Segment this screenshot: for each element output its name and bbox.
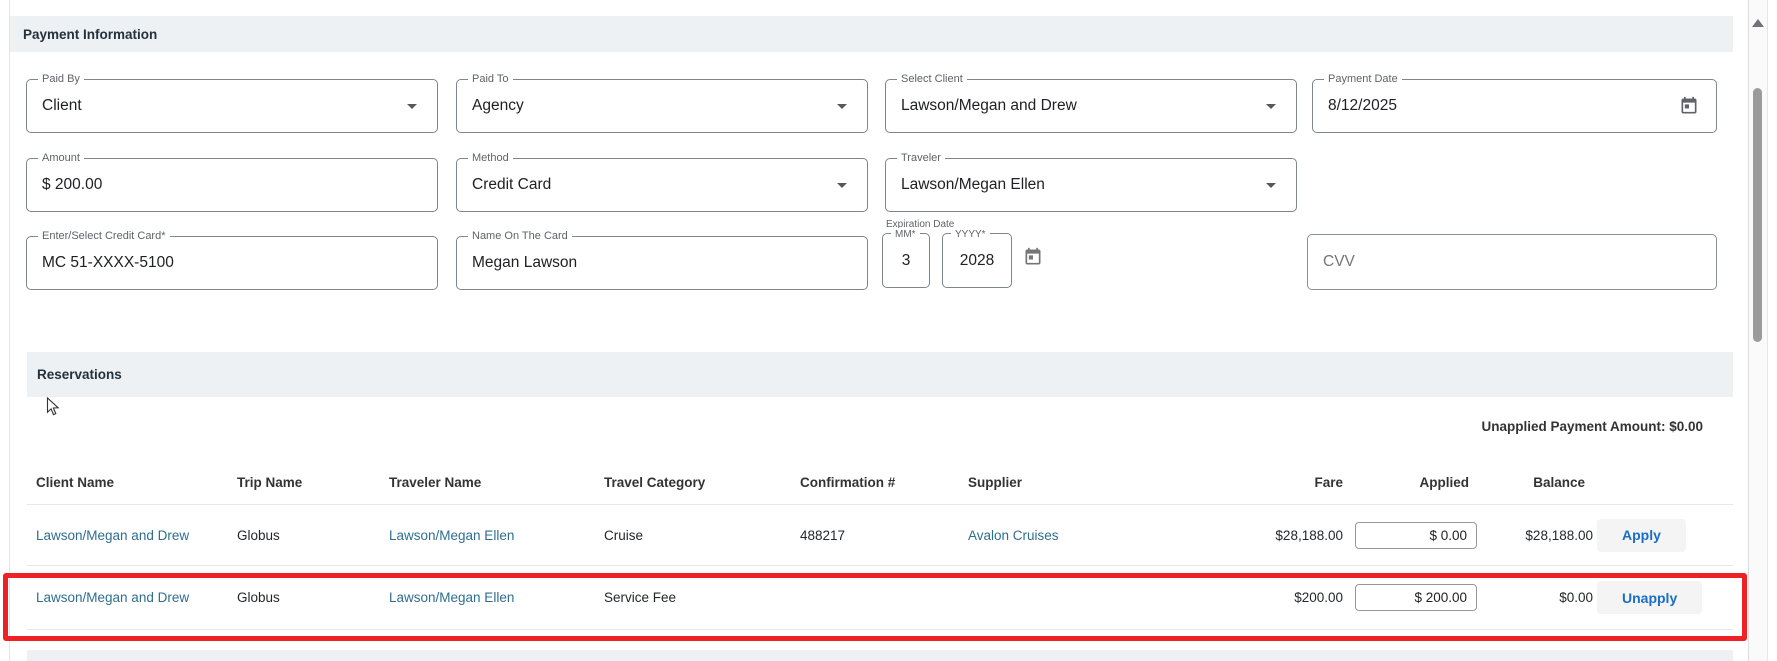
chevron-down-icon[interactable] [1266,104,1276,109]
applied-amount-input[interactable] [1355,584,1477,611]
table-row: Lawson/Megan and Drew Globus Lawson/Mega… [27,566,1733,630]
method-value: Credit Card [472,176,552,193]
col-header-applied: Applied [1419,474,1470,490]
payment-information-title: Payment Information [23,26,158,42]
credit-card-field[interactable]: Enter/Select Credit Card* MC 51-XXXX-510… [26,230,438,290]
col-header-travel-category: Travel Category [604,474,706,490]
travel-category-cell: Cruise [604,527,644,543]
applied-amount-input[interactable] [1355,521,1477,549]
calendar-icon[interactable] [1679,96,1699,116]
fare-cell: $200.00 [1294,590,1343,605]
trip-name-cell: Globus [237,590,280,605]
col-header-confirmation: Confirmation # [800,474,896,490]
chevron-down-icon[interactable] [837,104,847,109]
chevron-down-icon[interactable] [407,104,417,109]
supplier-cell [968,566,1198,629]
paid-to-select[interactable]: Paid To Agency [456,73,868,133]
trip-name-cell: Globus [237,527,280,543]
select-client-select[interactable]: Select Client Lawson/Megan and Drew [885,73,1297,133]
select-client-value: Lawson/Megan and Drew [901,97,1077,114]
client-name-link[interactable]: Lawson/Megan and Drew [36,528,189,543]
travel-category-cell: Service Fee [604,590,677,605]
confirmation-cell: 488217 [800,527,846,543]
method-select[interactable]: Method Credit Card [456,152,868,212]
col-header-supplier: Supplier [968,474,1023,490]
traveler-name-link[interactable]: Lawson/Megan Ellen [389,528,514,543]
scrollbar-border [1767,0,1768,661]
chevron-down-icon[interactable] [837,183,847,188]
next-section-header [27,650,1733,661]
amount-field[interactable]: Amount $ 200.00 [26,152,438,212]
col-header-trip-name: Trip Name [237,474,303,490]
traveler-select[interactable]: Traveler Lawson/Megan Ellen [885,152,1297,212]
expiration-month-field[interactable]: MM* 3 [882,228,930,288]
credit-card-value: MC 51-XXXX-5100 [42,254,174,271]
balance-cell: $28,188.00 [1525,527,1593,543]
paid-by-value: Client [42,97,82,114]
name-on-card-value: Megan Lawson [472,254,578,271]
reservations-header: Reservations [27,352,1733,397]
unapplied-payment-amount: Unapplied Payment Amount: $0.00 [1481,419,1703,434]
mouse-cursor [46,396,60,417]
chevron-down-icon[interactable] [1266,183,1276,188]
client-name-link[interactable]: Lawson/Megan and Drew [36,590,189,605]
fare-cell: $28,188.00 [1275,527,1343,543]
name-on-card-field[interactable]: Name On The Card Megan Lawson [456,230,868,290]
supplier-link[interactable]: Avalon Cruises [968,528,1059,543]
table-row: Lawson/Megan and Drew Globus Lawson/Mega… [27,505,1733,566]
reservations-title: Reservations [37,367,122,382]
unapply-button[interactable]: Unapply [1597,581,1703,614]
expiration-year-field[interactable]: YYYY* 2028 [942,228,1012,288]
expiration-year-value: 2028 [959,251,995,269]
payment-date-field[interactable]: Payment Date 8/12/2025 [1312,73,1717,133]
calendar-icon[interactable] [1023,247,1043,267]
col-header-client-name: Client Name [36,474,115,490]
balance-cell: $0.00 [1559,590,1593,605]
paid-to-value: Agency [472,97,524,114]
paid-by-select[interactable]: Paid By Client [26,73,438,133]
traveler-value: Lawson/Megan Ellen [901,176,1045,193]
confirmation-cell [800,566,950,629]
payment-screen: Payment Information Paid By Client Paid … [0,0,1777,661]
col-header-fare: Fare [1314,474,1343,490]
payment-information-header: Payment Information [10,16,1733,52]
col-header-traveler-name: Traveler Name [389,474,482,490]
scroll-up-arrow[interactable] [1752,19,1764,27]
apply-button[interactable]: Apply [1597,518,1686,552]
scrollbar-thumb[interactable] [1753,88,1762,342]
col-header-balance: Balance [1533,474,1585,490]
payment-date-value: 8/12/2025 [1328,97,1397,114]
card-left-border [9,0,10,661]
amount-value: $ 200.00 [42,176,103,193]
expiration-month-value: 3 [901,251,911,269]
cvv-input[interactable] [1307,234,1717,290]
reservations-table-header: Client Name Trip Name Traveler Name Trav… [27,460,1733,505]
traveler-name-link[interactable]: Lawson/Megan Ellen [389,590,514,605]
